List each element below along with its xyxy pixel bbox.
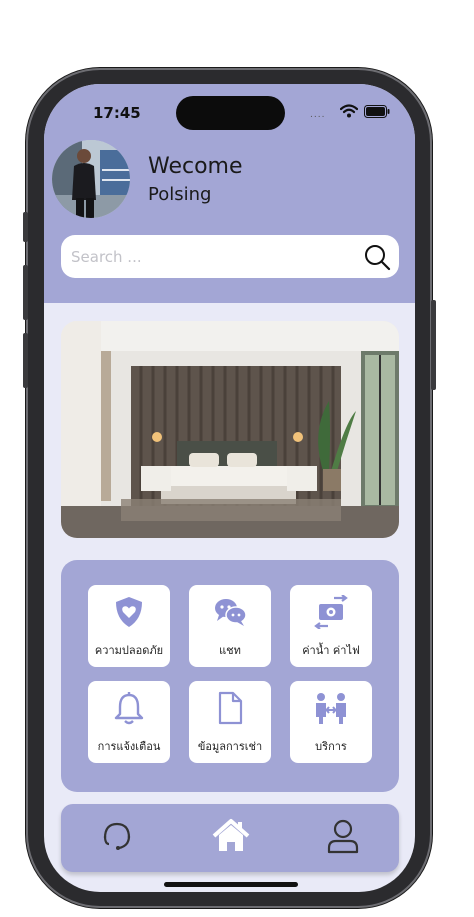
menu-item-rental-info[interactable]: ข้อมูลการเช่า <box>189 681 271 763</box>
phone-volume-down <box>23 333 28 388</box>
phone-power-button <box>431 300 436 390</box>
home-indicator <box>164 882 298 887</box>
headset-icon[interactable] <box>97 816 137 856</box>
chat-icon <box>215 599 247 626</box>
bedroom-photo <box>61 321 399 538</box>
home-icon[interactable] <box>211 816 251 856</box>
hero-image <box>61 321 399 538</box>
menu-item-services[interactable]: บริการ <box>290 681 372 763</box>
bottom-nav <box>61 804 399 872</box>
avatar[interactable] <box>52 140 130 218</box>
header: 17:45 .... Wecome Polsing Search ... <box>44 84 415 303</box>
wifi-icon <box>340 104 358 118</box>
menu-item-label: แชท <box>219 644 241 657</box>
menu-item-label: ความปลอดภัย <box>94 644 164 657</box>
status-icons: .... <box>310 104 390 122</box>
menu-item-utilities[interactable]: ค่าน้ำ ค่าไฟ <box>290 585 372 667</box>
service-people-icon <box>316 693 346 724</box>
bell-icon <box>114 692 144 725</box>
shield-heart-icon <box>116 597 142 627</box>
welcome-title: Wecome <box>148 154 243 179</box>
phone-mute-switch <box>23 212 28 242</box>
user-name: Polsing <box>148 184 212 205</box>
menu-item-label: ข้อมูลการเช่า <box>197 740 263 753</box>
menu-item-security[interactable]: ความปลอดภัย <box>88 585 170 667</box>
menu-item-label: บริการ <box>315 740 347 753</box>
menu-item-chat[interactable]: แชท <box>189 585 271 667</box>
user-icon[interactable] <box>323 816 363 856</box>
document-icon <box>218 691 243 725</box>
menu-panel: ความปลอดภัย แชท ค่าน้ำ ค่าไฟ การแจ้งเตือ… <box>61 560 399 792</box>
search-bar <box>61 235 399 278</box>
search-input[interactable] <box>71 235 351 278</box>
signal-icon: .... <box>310 110 326 120</box>
search-icon[interactable] <box>363 243 391 271</box>
menu-item-label: ค่าน้ำ ค่าไฟ <box>302 644 360 657</box>
menu-item-label: การแจ้งเตือน <box>97 740 161 753</box>
dynamic-island <box>176 96 285 130</box>
money-exchange-icon <box>314 595 348 629</box>
menu-item-notifications[interactable]: การแจ้งเตือน <box>88 681 170 763</box>
status-time: 17:45 <box>93 104 141 122</box>
phone-volume-up <box>23 265 28 320</box>
app-screen: 17:45 .... Wecome Polsing Search ... ควา… <box>44 84 415 892</box>
battery-icon <box>364 105 390 118</box>
